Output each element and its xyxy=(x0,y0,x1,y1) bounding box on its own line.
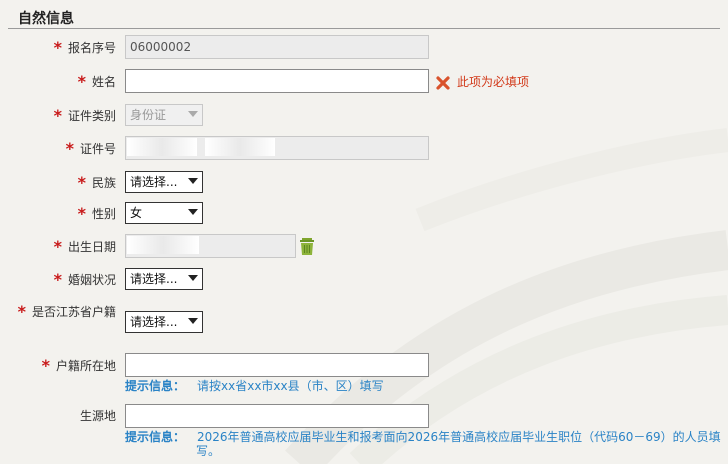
hukou-location-label: * 户籍所在地 xyxy=(41,356,116,375)
name-error-text: 此项为必填项 xyxy=(457,75,530,89)
hukou-location-input[interactable] xyxy=(125,353,429,377)
id-type-label: * 证件类别 xyxy=(53,106,116,125)
required-mark: * xyxy=(77,204,86,223)
marital-status-label: * 婚姻状况 xyxy=(53,270,116,289)
student-origin-input[interactable] xyxy=(125,404,429,428)
chevron-down-icon xyxy=(188,275,198,281)
marital-status-select[interactable]: 请选择... xyxy=(125,268,203,290)
required-mark: * xyxy=(77,173,86,192)
row-name: * 姓名 此项为必填项 xyxy=(0,69,728,93)
hint-text: 2026年普通高校应届毕业生和报考面向2026年普通高校应届毕业生职位（代码60… xyxy=(197,430,721,444)
required-mark: * xyxy=(53,38,62,57)
required-mark: * xyxy=(41,356,50,375)
row-hukou-location: * 户籍所在地 xyxy=(0,353,728,377)
chevron-down-icon xyxy=(188,209,198,215)
birth-date-label: * 出生日期 xyxy=(53,237,116,256)
row-id-type: * 证件类别 身份证 xyxy=(0,103,728,127)
chevron-down-icon xyxy=(188,111,198,117)
hint-text: 请按xx省xx市xx县（市、区）填写 xyxy=(197,379,384,393)
id-number-label: * 证件号 xyxy=(65,139,116,158)
error-x-icon xyxy=(436,75,450,90)
ethnicity-select[interactable]: 请选择... xyxy=(125,171,203,193)
row-gender: * 性别 女 xyxy=(0,201,728,225)
redacted-block xyxy=(205,138,275,156)
name-error: 此项为必填项 xyxy=(435,73,529,91)
registration-no-label: * 报名序号 xyxy=(53,38,116,57)
row-ethnicity: * 民族 请选择... xyxy=(0,170,728,194)
jiangsu-hukou-label: * 是否江苏省户籍 xyxy=(17,302,116,321)
row-marital-status: * 婚姻状况 请选择... xyxy=(0,267,728,291)
row-id-number: * 证件号 xyxy=(0,136,728,160)
required-mark: * xyxy=(53,237,62,256)
row-jiangsu-hukou: * 是否江苏省户籍 请选择... xyxy=(0,303,728,334)
student-origin-label: 生源地 xyxy=(79,409,116,423)
gender-label: * 性别 xyxy=(77,204,116,223)
row-birth-date: * 出生日期 xyxy=(0,234,728,258)
chevron-down-icon xyxy=(188,318,198,324)
required-mark: * xyxy=(77,72,86,91)
required-mark: * xyxy=(53,270,62,289)
row-student-origin: 生源地 xyxy=(0,404,728,428)
redacted-block xyxy=(127,138,197,156)
trash-icon[interactable] xyxy=(298,236,316,256)
redacted-block xyxy=(127,236,199,254)
gender-select[interactable]: 女 xyxy=(125,202,203,224)
student-origin-hint-line2: 写。 xyxy=(196,444,221,458)
ethnicity-label: * 民族 xyxy=(77,173,116,192)
id-type-select: 身份证 xyxy=(125,104,203,126)
registration-no-field xyxy=(125,35,429,59)
name-input[interactable] xyxy=(125,69,429,93)
hint-label: 提示信息： xyxy=(125,430,186,444)
section-title: 自然信息 xyxy=(18,11,74,27)
required-mark: * xyxy=(17,302,26,321)
hukou-location-hint: 提示信息： 请按xx省xx市xx县（市、区）填写 xyxy=(125,378,384,394)
hint-label: 提示信息： xyxy=(125,379,186,393)
name-label: * 姓名 xyxy=(77,72,116,91)
section-header: 自然信息 xyxy=(8,6,720,29)
chevron-down-icon xyxy=(188,178,198,184)
required-mark: * xyxy=(53,106,62,125)
row-registration-no: * 报名序号 xyxy=(0,35,728,59)
jiangsu-hukou-select[interactable]: 请选择... xyxy=(125,311,203,333)
required-mark: * xyxy=(65,139,74,158)
